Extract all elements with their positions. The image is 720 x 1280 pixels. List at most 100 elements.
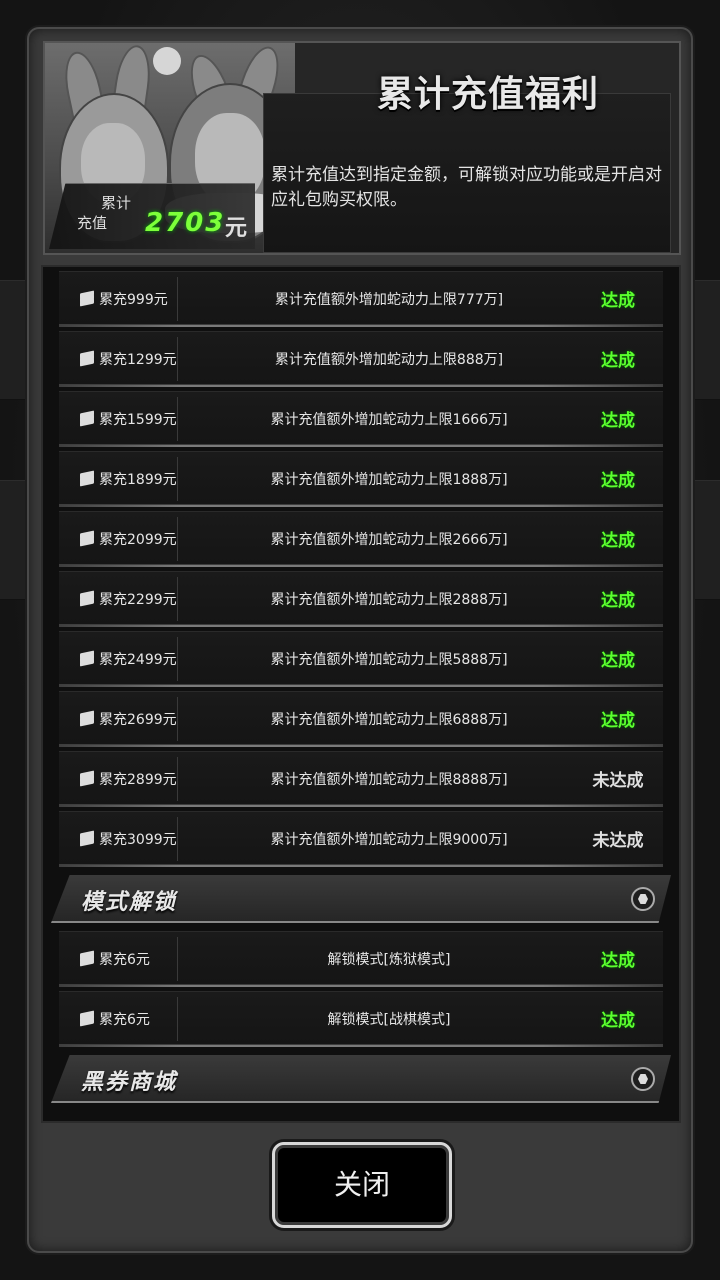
coin-stack-icon [79,530,95,547]
reward-text: 累计充值额外增加蛇动力上限2888万] [270,592,508,608]
reward-text: 累计充值额外增加蛇动力上限1666万] [270,412,508,428]
rewards-list[interactable]: 累充999元 累计充值额外增加蛇动力上限777万] 达成 累充1299元 累计充值额外增… [41,265,681,1123]
reward-text: 累计充值额外增加蛇动力上限9000万] [270,832,508,848]
section-header[interactable]: 黑券商城 [51,1055,671,1103]
close-button[interactable]: 关闭 [272,1142,452,1228]
coin-stack-icon [79,350,95,367]
total-recharge-badge: 累计 充值 2703 元 [49,183,255,249]
status-label: 达成 [601,471,635,491]
coin-stack-icon [79,650,95,667]
coin-stack-icon [79,410,95,427]
divider [177,457,178,501]
condition-label: 累充2099元 [79,529,177,549]
recharge-rewards-dialog: 累计充值福利 累计充值达到指定金额，可解锁对应功能或是开启对应礼包购买权限。 累… [27,27,693,1253]
status-label: 达成 [601,531,635,551]
total-unit: 元 [225,216,248,241]
reward-row: 累充1299元 累计充值额外增加蛇动力上限888万] 达成 [59,331,663,387]
divider [177,697,178,741]
reward-row: 累充3099元 累计充值额外增加蛇动力上限9000万] 未达成 [59,811,663,867]
page-title: 累计充值福利 [376,74,599,115]
divider [177,577,178,621]
divider [177,277,178,321]
condition-label: 累充1599元 [79,409,177,429]
status-label: 达成 [601,411,635,431]
condition-text: 累充6元 [99,1012,150,1028]
reward-text: 累计充值额外增加蛇动力上限888万] [274,352,504,368]
coin-stack-icon [79,290,95,307]
reward-row: 累充6元 解锁模式[炼狱模式] 达成 [59,931,663,987]
divider [177,817,178,861]
reward-row: 累充2899元 累计充值额外增加蛇动力上限8888万] 未达成 [59,751,663,807]
coin-stack-icon [79,590,95,607]
reward-text: 累计充值额外增加蛇动力上限2666万] [270,532,508,548]
reward-row: 累充6元 解锁模式[战棋模式] 达成 [59,991,663,1047]
condition-text: 累充1899元 [99,472,177,488]
condition-text: 累充2899元 [99,772,177,788]
status-label: 达成 [601,351,635,371]
reward-row: 累充1899元 累计充值额外增加蛇动力上限1888万] 达成 [59,451,663,507]
status-label: 达成 [601,291,635,311]
reward-text: 解锁模式[炼狱模式] [327,952,451,968]
section-title: 模式解锁 [81,890,178,915]
status-label: 达成 [601,951,635,971]
reward-row: 累充2499元 累计充值额外增加蛇动力上限5888万] 达成 [59,631,663,687]
divider [177,337,178,381]
total-label: 累计 [101,194,132,212]
section-title: 黑券商城 [81,1070,178,1095]
status-label: 达成 [601,1011,635,1031]
coin-stack-icon [79,950,95,967]
divider [177,997,178,1041]
condition-text: 累充3099元 [99,832,177,848]
condition-text: 累充2699元 [99,712,177,728]
condition-text: 累充1299元 [99,352,177,368]
condition-label: 累充1899元 [79,469,177,489]
status-label: 未达成 [592,831,644,851]
divider [177,397,178,441]
reward-row: 累充999元 累计充值额外增加蛇动力上限777万] 达成 [59,271,663,327]
condition-text: 累充6元 [99,952,150,968]
coin-stack-icon [79,470,95,487]
divider [177,517,178,561]
divider [177,937,178,981]
expand-icon[interactable] [631,1067,655,1091]
condition-label: 累充2699元 [79,709,177,729]
reward-text: 累计充值额外增加蛇动力上限777万] [274,292,504,308]
hat-pompom [153,47,181,75]
total-label: 充值 [77,214,108,232]
section-header[interactable]: 模式解锁 [51,875,671,923]
condition-text: 累充2099元 [99,532,177,548]
condition-label: 累充1299元 [79,349,177,369]
total-amount: 2703 [145,208,226,238]
condition-label: 累充999元 [79,289,168,309]
condition-text: 累充2299元 [99,592,177,608]
reward-text: 解锁模式[战棋模式] [327,1012,451,1028]
coin-stack-icon [79,830,95,847]
reward-text: 累计充值额外增加蛇动力上限8888万] [270,772,508,788]
condition-label: 累充2299元 [79,589,177,609]
reward-text: 累计充值额外增加蛇动力上限6888万] [270,712,508,728]
condition-text: 累充1599元 [99,412,177,428]
reward-row: 累充2299元 累计充值额外增加蛇动力上限2888万] 达成 [59,571,663,627]
description-text: 累计充值达到指定金额，可解锁对应功能或是开启对应礼包购买权限。 [271,165,662,210]
reward-row: 累充1599元 累计充值额外增加蛇动力上限1666万] 达成 [59,391,663,447]
coin-stack-icon [79,1010,95,1027]
reward-row: 累充2099元 累计充值额外增加蛇动力上限2666万] 达成 [59,511,663,567]
condition-label: 累充6元 [79,949,150,969]
coin-stack-icon [79,770,95,787]
coin-stack-icon [79,710,95,727]
condition-label: 累充3099元 [79,829,177,849]
divider [177,757,178,801]
reward-row: 累充2699元 累计充值额外增加蛇动力上限6888万] 达成 [59,691,663,747]
condition-text: 累充2499元 [99,652,177,668]
status-label: 达成 [601,651,635,671]
dialog-header: 累计充值福利 累计充值达到指定金额，可解锁对应功能或是开启对应礼包购买权限。 累… [43,41,681,255]
expand-icon[interactable] [631,887,655,911]
condition-label: 累充6元 [79,1009,150,1029]
status-label: 达成 [601,591,635,611]
reward-text: 累计充值额外增加蛇动力上限1888万] [270,472,508,488]
reward-text: 累计充值额外增加蛇动力上限5888万] [270,652,508,668]
status-label: 达成 [601,711,635,731]
status-label: 未达成 [592,771,644,791]
condition-label: 累充2499元 [79,649,177,669]
condition-label: 累充2899元 [79,769,177,789]
